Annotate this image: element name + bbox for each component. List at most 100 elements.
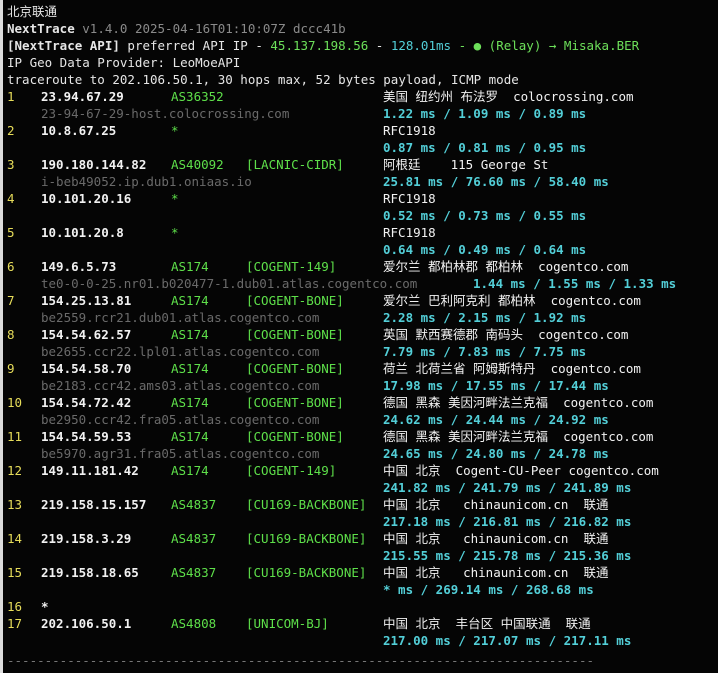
hop-hostname: be2183.ccr42.ams03.atlas.cogentco.com [41, 378, 320, 393]
hop-hostname: be2559.rcr21.dub01.atlas.cogentco.com [41, 310, 320, 325]
hop-geo: 德国 黑森 美因河畔法兰克福 cogentco.com [383, 395, 654, 410]
hop-hostname: 23-94-67-29-host.colocrossing.com [41, 106, 290, 121]
hop-ip: 149.6.5.73 [41, 259, 117, 274]
hop-rtt: 17.98 ms / 17.55 ms / 17.44 ms [383, 378, 609, 393]
hop-ip: 23.94.67.29 [41, 89, 124, 104]
hop-number: 8 [7, 327, 15, 342]
hop-number: 2 [7, 123, 15, 138]
version-line: NextTrace v1.4.0 2025-04-16T01:10:07Z dc… [7, 20, 346, 37]
app-name: NextTrace [7, 21, 75, 36]
terminal-window: 北京联通 NextTrace v1.4.0 2025-04-16T01:10:0… [0, 0, 718, 673]
hop-tag: [COGENT-BONE] [246, 361, 344, 376]
hop-geo: 中国 北京 chinaunicom.cn 联通 [383, 531, 609, 546]
hop-number: 15 [7, 565, 23, 580]
api-sep: - [368, 38, 391, 53]
hop-tag: [CU169-BACKBONE] [246, 497, 367, 512]
hop-tag: [COGENT-BONE] [246, 429, 344, 444]
hop-number: 3 [7, 157, 15, 172]
hop-tag: [LACNIC-CIDR] [246, 157, 344, 172]
hop-geo: 中国 北京 Cogent-CU-Peer cogentco.com [383, 463, 659, 478]
geo-provider-line: IP Geo Data Provider: LeoMoeAPI [7, 55, 241, 70]
hop-number: 9 [7, 361, 15, 376]
hop-number: 5 [7, 225, 15, 240]
hop-asn: AS174 [171, 395, 209, 410]
hop-geo: RFC1918 [383, 191, 436, 206]
hop-asn: AS4837 [171, 531, 217, 546]
hop-ip: 154.54.59.53 [41, 429, 132, 444]
hop-rtt: 24.62 ms / 24.44 ms / 24.92 ms [383, 412, 609, 427]
hop-ip: 10.8.67.25 [41, 123, 117, 138]
hop-asn: AS174 [171, 463, 209, 478]
hop-asn: AS4808 [171, 616, 217, 631]
api-ip: 45.137.198.56 [270, 38, 369, 53]
hop-number: 6 [7, 259, 15, 274]
hop-asn: AS4837 [171, 497, 217, 512]
hop-rtt: 25.81 ms / 76.60 ms / 58.40 ms [383, 174, 609, 189]
hop-geo: 中国 北京 chinaunicom.cn 联通 [383, 565, 609, 580]
hop-ip: 219.158.3.29 [41, 531, 132, 546]
hop-rtt: 7.79 ms / 7.83 ms / 7.75 ms [383, 344, 587, 359]
hop-geo: 英国 默西赛德郡 南码头 cogentco.com [383, 327, 629, 342]
divider: ----------------------------------------… [7, 653, 594, 668]
hop-rtt: * ms / 269.14 ms / 268.68 ms [383, 582, 594, 597]
hop-hostname: i-beb49052.ip.dub1.oniaas.io [41, 174, 252, 189]
hop-rtt: 0.87 ms / 0.81 ms / 0.95 ms [383, 140, 587, 155]
hop-asn: * [171, 225, 179, 240]
hop-asn: AS174 [171, 361, 209, 376]
hop-geo: RFC1918 [383, 123, 436, 138]
hop-geo: 中国 北京 chinaunicom.cn 联通 [383, 497, 609, 512]
hop-tag: [COGENT-BONE] [246, 395, 344, 410]
hop-rtt: 215.55 ms / 215.78 ms / 215.36 ms [383, 548, 632, 563]
hop-number: 10 [7, 395, 23, 410]
hop-geo: 阿根廷 115 George St [383, 157, 549, 172]
hop-geo: 美国 纽约州 布法罗 colocrossing.com [383, 89, 634, 104]
hop-hostname: te0-0-0-25.nr01.b020477-1.dub01.atlas.co… [41, 276, 418, 291]
hop-asn: AS40092 [171, 157, 224, 172]
api-prefix: [NextTrace API] [7, 38, 120, 53]
hop-rtt: 2.28 ms / 2.15 ms / 1.92 ms [383, 310, 587, 325]
hop-number: 17 [7, 616, 23, 631]
hop-tag: [COGENT-BONE] [246, 293, 344, 308]
hop-rtt: 217.18 ms / 216.81 ms / 216.82 ms [383, 514, 632, 529]
hop-ip: 154.54.72.42 [41, 395, 132, 410]
hop-number: 1 [7, 89, 15, 104]
hop-tag: [CU169-BACKBONE] [246, 531, 367, 546]
hop-ip: 154.54.62.57 [41, 327, 132, 342]
hop-ip: 219.158.15.157 [41, 497, 147, 512]
hop-number: 7 [7, 293, 15, 308]
hop-geo: 爱尔兰 巴利阿克利 都柏林 cogentco.com [383, 293, 641, 308]
hop-tag: [UNICOM-BJ] [246, 616, 329, 631]
hop-number: 4 [7, 191, 15, 206]
hop-number: 16 [7, 599, 23, 614]
hop-ip: 190.180.144.82 [41, 157, 147, 172]
hop-rtt: 217.00 ms / 217.07 ms / 217.11 ms [383, 633, 632, 648]
hop-tag: [COGENT-149] [246, 259, 337, 274]
hop-rtt: 0.52 ms / 0.73 ms / 0.55 ms [383, 208, 587, 223]
hop-asn: AS174 [171, 259, 209, 274]
hop-ip: 202.106.50.1 [41, 616, 132, 631]
api-line: [NextTrace API] preferred API IP - 45.13… [7, 37, 639, 54]
hop-geo: 中国 北京 丰台区 中国联通 联通 [383, 616, 591, 631]
hop-number: 12 [7, 463, 23, 478]
api-text: preferred API IP - [119, 38, 271, 53]
hop-asn: AS36352 [171, 89, 224, 104]
hop-tag: [COGENT-BONE] [246, 327, 344, 342]
hop-ip: * [41, 599, 49, 614]
hop-rtt: 0.64 ms / 0.49 ms / 0.64 ms [383, 242, 587, 257]
hop-geo: 荷兰 北荷兰省 阿姆斯特丹 cogentco.com [383, 361, 641, 376]
hop-rtt: 1.44 ms / 1.55 ms / 1.33 ms [473, 276, 677, 291]
hop-asn: AS4837 [171, 565, 217, 580]
hop-asn: * [171, 123, 179, 138]
hop-ip: 154.54.58.70 [41, 361, 132, 376]
hop-ip: 10.101.20.16 [41, 191, 132, 206]
hop-number: 14 [7, 531, 23, 546]
hop-geo: 德国 黑森 美因河畔法兰克福 cogentco.com [383, 429, 654, 444]
traceroute-line: traceroute to 202.106.50.1, 30 hops max,… [7, 72, 519, 87]
hop-tag: [CU169-BACKBONE] [246, 565, 367, 580]
hop-ip: 154.25.13.81 [41, 293, 132, 308]
hop-ip: 219.158.18.65 [41, 565, 139, 580]
hop-rtt: 1.22 ms / 1.09 ms / 0.89 ms [383, 106, 587, 121]
hop-asn: AS174 [171, 429, 209, 444]
hop-ip: 149.11.181.42 [41, 463, 139, 478]
hop-rtt: 241.82 ms / 241.79 ms / 241.89 ms [383, 480, 632, 495]
